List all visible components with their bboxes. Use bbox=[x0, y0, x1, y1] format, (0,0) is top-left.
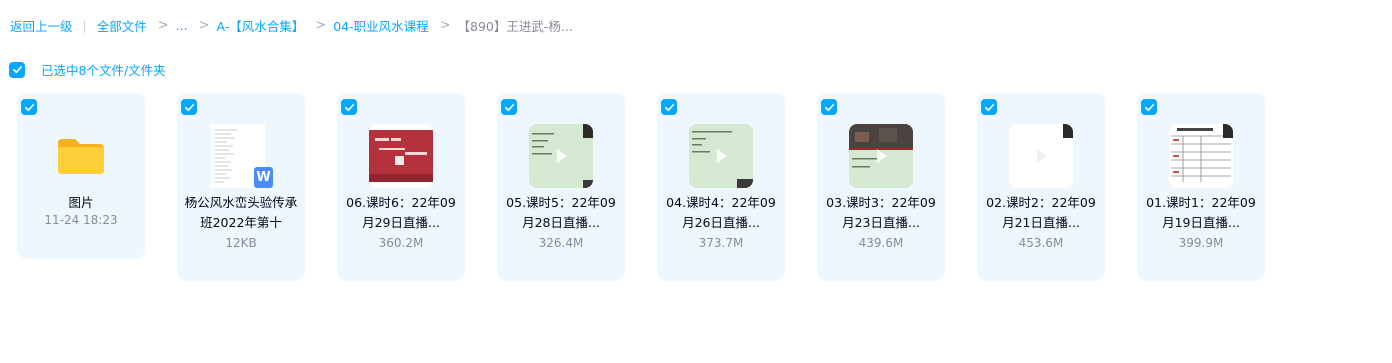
checkmark-icon bbox=[24, 103, 34, 111]
file-checkbox[interactable] bbox=[181, 99, 197, 115]
breadcrumb-ellipsis[interactable]: ... bbox=[176, 18, 188, 33]
file-name: 06.课时6：22年09月29日直播... bbox=[346, 195, 456, 230]
word-icon: W bbox=[254, 167, 273, 188]
chevron-right-icon: > bbox=[157, 17, 169, 33]
breadcrumb-all-files[interactable]: 全部文件 bbox=[97, 16, 147, 35]
chevron-right-icon: > bbox=[198, 17, 210, 33]
file-checkbox[interactable] bbox=[981, 99, 997, 115]
file-date: 11-24 18:23 bbox=[44, 213, 118, 227]
chevron-right-icon: > bbox=[439, 17, 451, 33]
selection-bar: 已选中8个文件/文件夹 bbox=[9, 60, 166, 79]
file-checkbox[interactable] bbox=[821, 99, 837, 115]
play-icon bbox=[1037, 149, 1047, 163]
play-icon bbox=[717, 149, 727, 163]
file-size: 12KB bbox=[225, 236, 257, 250]
breadcrumb-divider: | bbox=[82, 17, 87, 33]
checkmark-icon bbox=[824, 103, 834, 111]
file-name: 02.课时2：22年09月21日直播... bbox=[986, 195, 1096, 230]
file-card-video[interactable]: 06.课时6：22年09月29日直播... 360.2M bbox=[337, 93, 465, 281]
checkmark-icon bbox=[1144, 103, 1154, 111]
breadcrumb-current: 【890】王进武-杨... bbox=[457, 18, 573, 34]
select-all-checkbox[interactable] bbox=[9, 61, 25, 78]
file-card-video[interactable]: 05.课时5：22年09月28日直播... 326.4M bbox=[497, 93, 625, 281]
file-card-video[interactable]: 04.课时4：22年09月26日直播... 373.7M bbox=[657, 93, 785, 281]
back-link[interactable]: 返回上一级 bbox=[10, 16, 73, 35]
file-checkbox[interactable] bbox=[21, 99, 37, 115]
video-thumbnail bbox=[529, 124, 593, 188]
video-thumbnail bbox=[369, 124, 433, 188]
file-card-video[interactable]: 01.课时1：22年09月19日直播... 399.9M bbox=[1137, 93, 1265, 281]
file-card-video[interactable]: 02.课时2：22年09月21日直播... 453.6M bbox=[977, 93, 1105, 281]
file-size: 373.7M bbox=[698, 236, 744, 250]
file-size: 360.2M bbox=[378, 236, 424, 250]
checkmark-icon bbox=[664, 103, 674, 111]
file-size: 439.6M bbox=[858, 236, 904, 250]
file-card-folder[interactable]: 图片 11-24 18:23 bbox=[17, 93, 145, 259]
video-thumbnail bbox=[849, 124, 913, 188]
checkmark-icon bbox=[12, 66, 22, 74]
breadcrumb-level-2[interactable]: 04-职业风水课程 bbox=[333, 16, 428, 35]
file-name: 05.课时5：22年09月28日直播... bbox=[506, 195, 616, 230]
checkmark-icon bbox=[504, 103, 514, 111]
file-name: 03.课时3：22年09月23日直播... bbox=[826, 195, 936, 230]
checkmark-icon bbox=[184, 103, 194, 111]
folder-icon bbox=[49, 124, 113, 188]
file-card-video[interactable]: 03.课时3：22年09月23日直播... 439.6M bbox=[817, 93, 945, 281]
video-thumbnail bbox=[689, 124, 753, 188]
file-checkbox[interactable] bbox=[501, 99, 517, 115]
checkmark-icon bbox=[984, 103, 994, 111]
video-thumbnail bbox=[1009, 124, 1073, 188]
file-name: 01.课时1：22年09月19日直播... bbox=[1146, 195, 1256, 230]
video-thumbnail bbox=[1169, 124, 1233, 188]
document-thumbnail: W bbox=[209, 124, 273, 188]
file-size: 326.4M bbox=[538, 236, 584, 250]
file-card-doc[interactable]: W 杨公风水峦头验传承班2022年第十 12KB bbox=[177, 93, 305, 281]
file-name: 杨公风水峦头验传承班2022年第十 bbox=[184, 195, 298, 230]
file-name: 图片 bbox=[68, 195, 94, 210]
play-icon bbox=[877, 149, 887, 163]
file-size: 399.9M bbox=[1178, 236, 1224, 250]
chevron-right-icon: > bbox=[315, 17, 327, 33]
selection-count: 已选中8个文件/文件夹 bbox=[41, 63, 166, 78]
play-icon bbox=[557, 149, 567, 163]
file-size: 453.6M bbox=[1018, 236, 1064, 250]
breadcrumb-level-1[interactable]: A-【风水合集】 bbox=[216, 16, 304, 35]
checkmark-icon bbox=[344, 103, 354, 111]
file-checkbox[interactable] bbox=[661, 99, 677, 115]
file-checkbox[interactable] bbox=[1141, 99, 1157, 115]
file-name: 04.课时4：22年09月26日直播... bbox=[666, 195, 776, 230]
breadcrumb: 返回上一级 | 全部文件 > ... > A-【风水合集】 > 04-职业风水课… bbox=[10, 15, 573, 35]
file-checkbox[interactable] bbox=[341, 99, 357, 115]
